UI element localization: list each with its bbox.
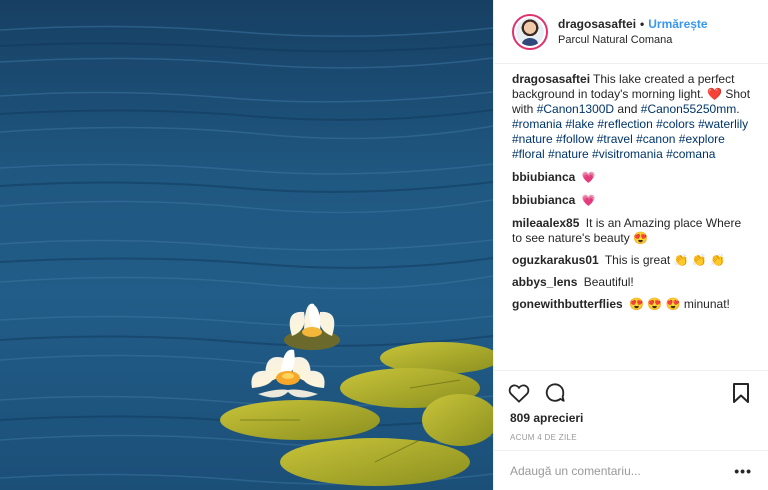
water-lily-bottom [251,349,325,398]
follow-button[interactable]: Urmărește [648,17,707,31]
list-item: oguzkarakus01 This is great 👏 👏 👏 [512,253,752,268]
comment-username[interactable]: mileaalex85 [512,216,579,230]
post-actions: 809 aprecieri ACUM 4 DE ZILE [494,370,768,450]
comment-username[interactable]: gonewithbutterflies [512,297,623,311]
hashtag-link[interactable]: #Canon55250mm [641,102,736,116]
post-viewer: dragosasaftei • Urmărește Parcul Natural C… [0,0,768,490]
post-timestamp[interactable]: ACUM 4 DE ZILE [510,433,752,442]
list-item: bbiubianca 💗 [512,170,752,186]
post-sidebar: dragosasaftei • Urmărește Parcul Natural C… [493,0,768,490]
avatar[interactable] [512,13,548,50]
heart-icon[interactable] [508,382,530,404]
list-item: bbiubianca 💗 [512,193,752,209]
comment-text: 💗 [581,172,596,184]
comment-username[interactable]: bbiubianca [512,193,575,207]
post-header: dragosasaftei • Urmărește Parcul Natural C… [494,0,768,64]
caption-username[interactable]: dragosasaftei [512,72,590,86]
comment-text: Beautiful! [583,275,634,289]
location-link[interactable]: Parcul Natural Comana [558,34,708,46]
comment-text: 💗 [581,195,596,207]
add-comment-bar: ••• [494,450,768,490]
likes-count[interactable]: 809 aprecieri [510,411,752,425]
list-item: mileaalex85 It is an Amazing place Where… [512,216,752,246]
comment-text: 😍 😍 😍 minunat! [629,297,730,311]
hashtag-link[interactable]: #Canon1300D [537,102,614,116]
comment-username[interactable]: oguzkarakus01 [512,253,599,267]
comments-list[interactable]: dragosasaftei This lake created a perfect… [494,64,768,370]
comment-icon[interactable] [544,382,566,404]
comment-input[interactable] [510,463,735,478]
more-icon[interactable]: ••• [734,463,752,479]
comment-username[interactable]: abbys_lens [512,275,577,289]
comment-text: This is great 👏 👏 👏 [604,253,726,267]
water-lily-top [284,303,340,350]
comment-username[interactable]: bbiubianca [512,170,575,184]
water-lily-image [0,25,493,486]
post-photo[interactable] [0,0,493,490]
list-item: abbys_lens Beautiful! [512,275,752,290]
author-username[interactable]: dragosasaftei [558,17,636,31]
hashtags[interactable]: #romania #lake #reflection #colors #wate… [512,117,748,161]
bookmark-icon[interactable] [730,382,752,404]
post-caption: dragosasaftei This lake created a perfect… [512,72,751,161]
list-item: gonewithbutterflies 😍 😍 😍 minunat! [512,297,752,312]
